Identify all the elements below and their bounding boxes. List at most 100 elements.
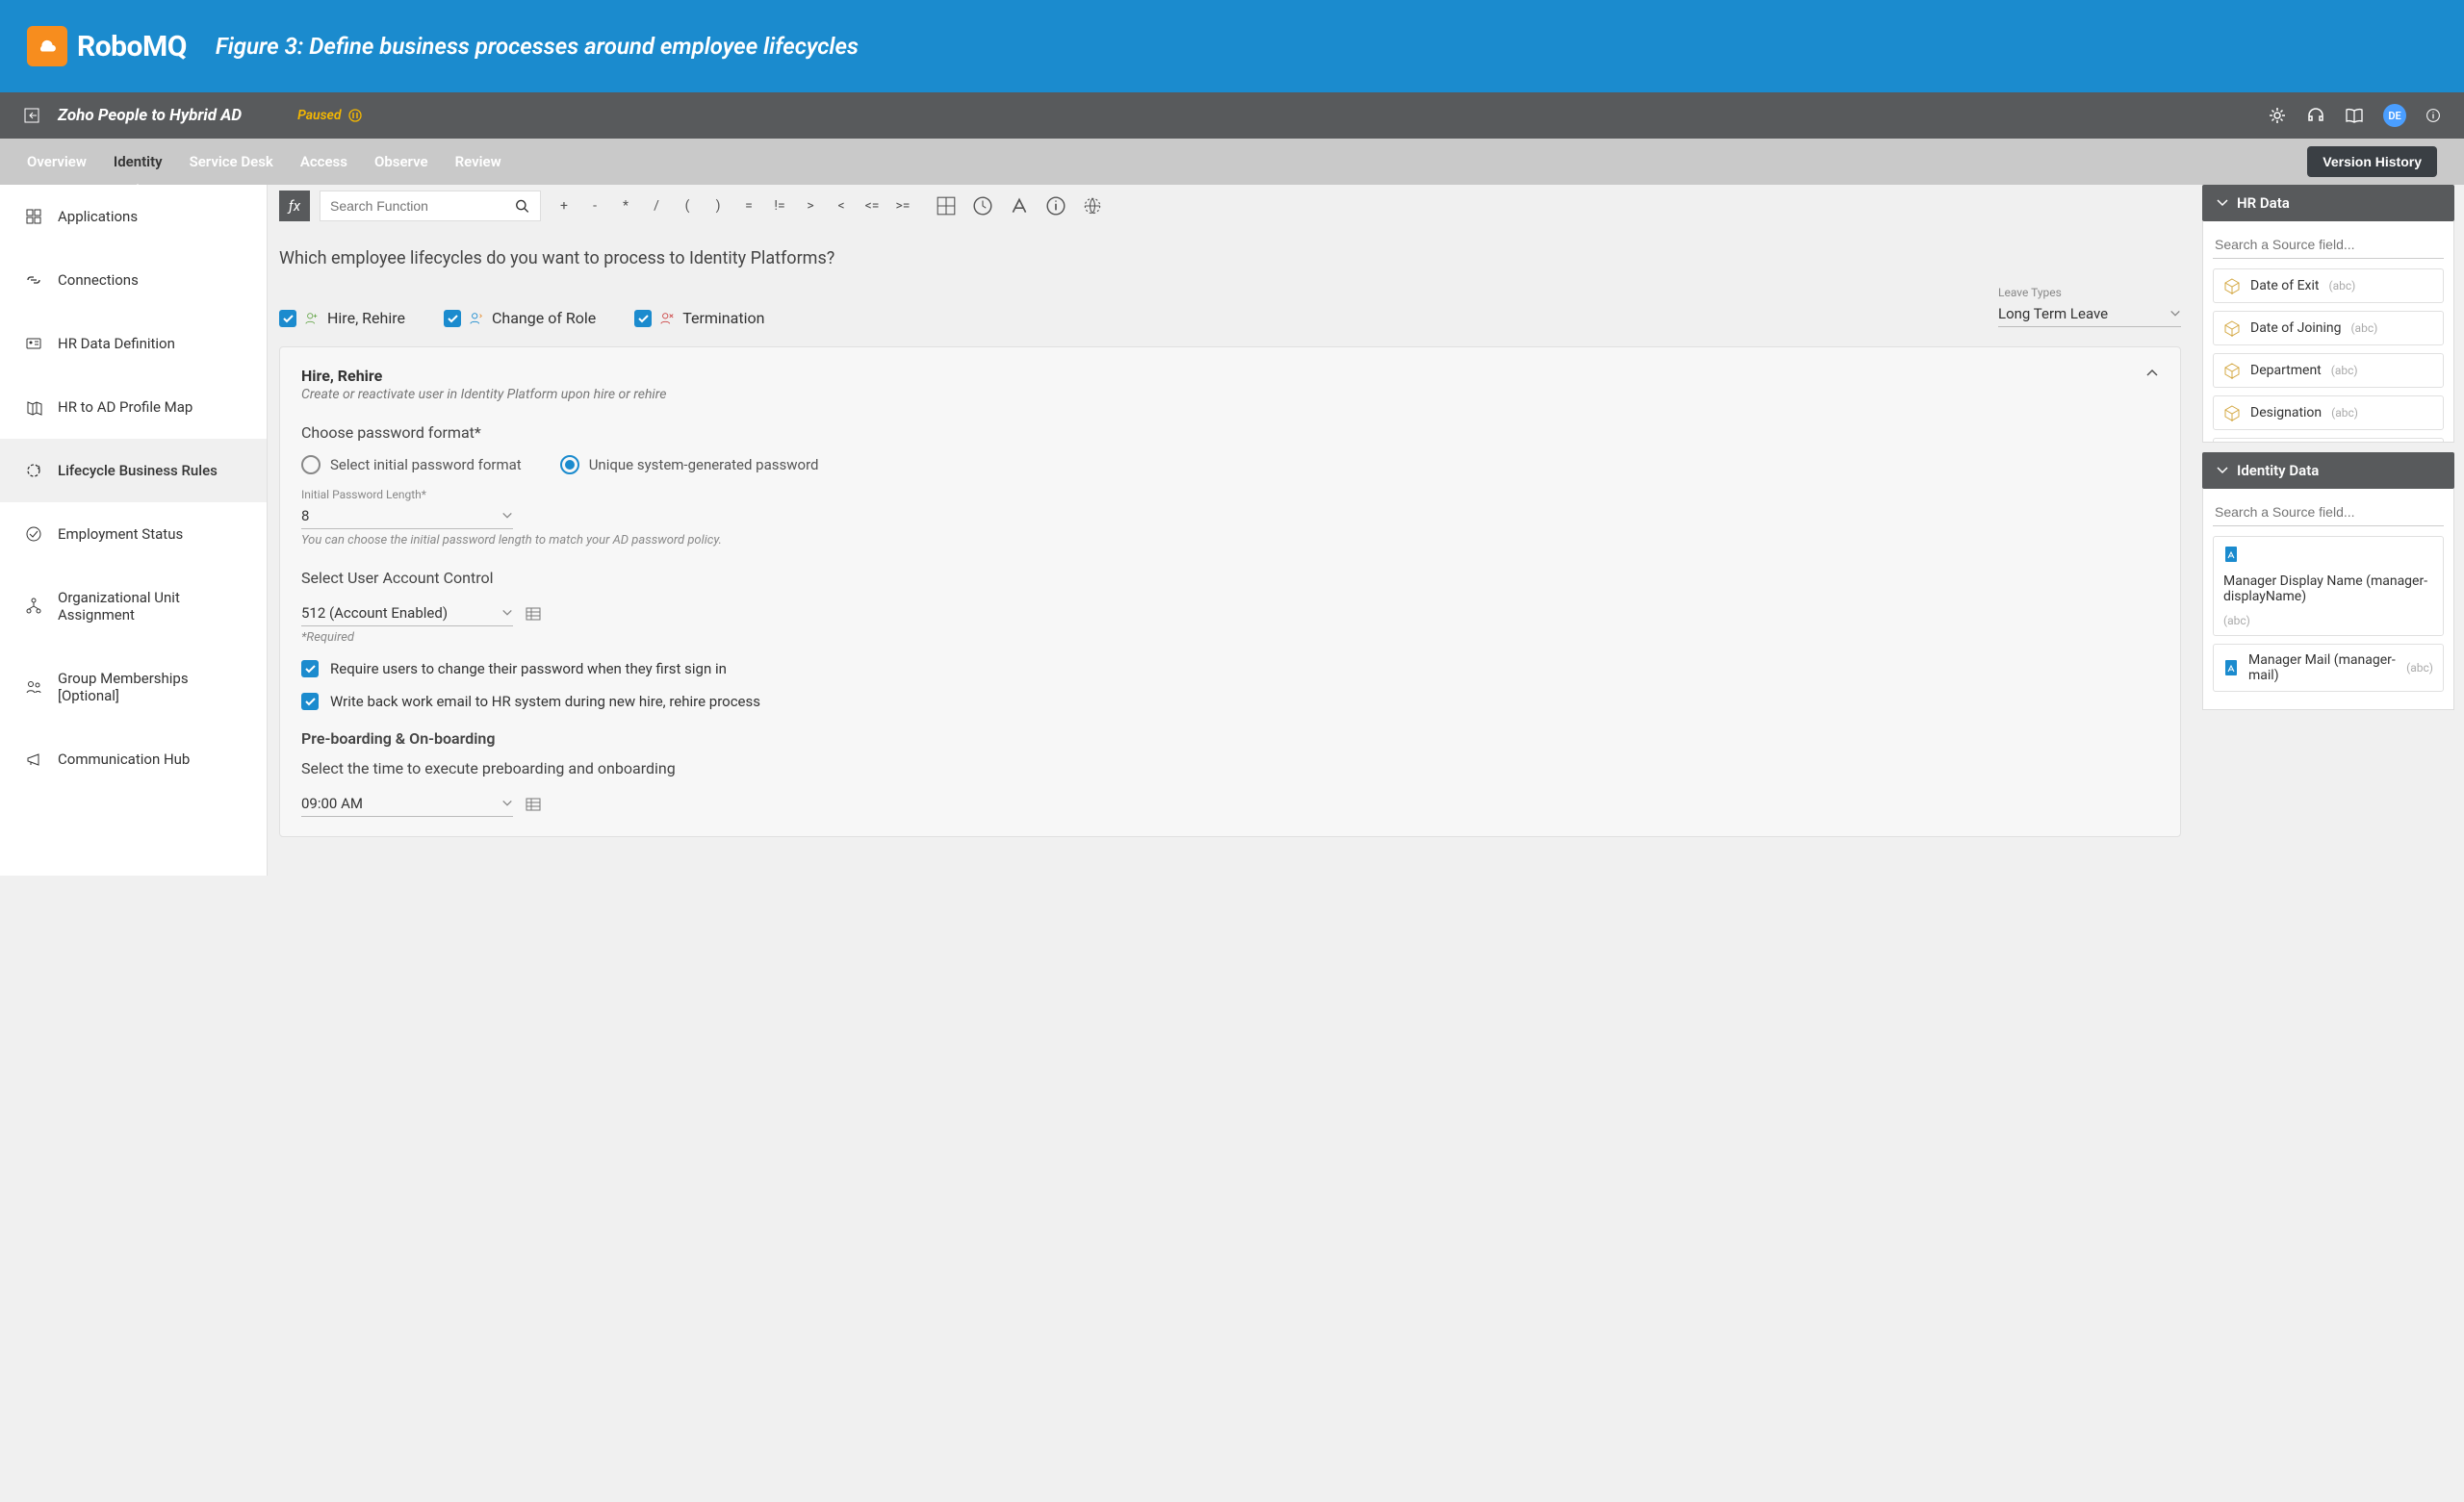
leave-types-select[interactable]: Leave Types Long Term Leave: [1998, 286, 2181, 327]
sidebar-item-hr-data-definition[interactable]: HR Data Definition: [0, 312, 267, 375]
uac-select[interactable]: 512 (Account Enabled): [301, 600, 513, 626]
field-item[interactable]: Designation(abc): [2213, 395, 2444, 430]
sidebar-item-lifecycle-business-rules[interactable]: Lifecycle Business Rules: [0, 439, 267, 502]
lifecycle-role[interactable]: Change of Role: [444, 309, 596, 327]
radio-select-initial-format[interactable]: Select initial password format: [301, 455, 522, 474]
sidebar-item-label: Lifecycle Business Rules: [58, 462, 218, 479]
sidebar-item-label: Employment Status: [58, 525, 183, 543]
sidebar-item-connections[interactable]: Connections: [0, 248, 267, 312]
select-value: Long Term Leave: [1998, 305, 2108, 322]
field-type: (abc): [2406, 661, 2433, 675]
table-icon[interactable]: [525, 605, 542, 623]
checkbox-checked-icon[interactable]: [444, 310, 461, 327]
sidebar-item-label: Connections: [58, 271, 139, 289]
radio-selected-icon: [560, 455, 579, 474]
chevron-down-icon: [2216, 464, 2229, 477]
op-gt[interactable]: >: [797, 192, 824, 219]
cube-icon: [2223, 277, 2241, 294]
user-plus-icon: [304, 311, 320, 326]
card-title: Hire, Rehire: [301, 367, 666, 385]
collapse-icon[interactable]: [2145, 367, 2159, 380]
logo-text: RoboMQ: [77, 30, 187, 64]
calc-icon[interactable]: [936, 195, 957, 216]
op-div[interactable]: /: [643, 192, 670, 219]
preboarding-time-select[interactable]: 09:00 AM: [301, 791, 513, 817]
cube-icon: [2223, 362, 2241, 379]
field-item[interactable]: Employee ID(abc): [2213, 438, 2444, 443]
tab-identity[interactable]: Identity: [114, 140, 163, 184]
lifecycle-termination[interactable]: Termination: [634, 309, 764, 327]
field-item[interactable]: Manager Mail (manager-mail) (abc): [2213, 644, 2444, 692]
clock-icon[interactable]: [972, 195, 993, 216]
panel-header[interactable]: Identity Data: [2202, 452, 2454, 489]
op-lte[interactable]: <=: [859, 192, 886, 219]
password-length-select[interactable]: 8: [301, 503, 513, 529]
hint-text: You can choose the initial password leng…: [301, 533, 2159, 547]
search-icon[interactable]: [514, 197, 530, 215]
sidebar-item-label: Organizational Unit Assignment: [58, 589, 242, 624]
search-function[interactable]: [320, 191, 541, 221]
book-icon[interactable]: [2345, 106, 2364, 125]
checkbox-checked-icon: [301, 660, 319, 677]
writeback-email-checkbox[interactable]: Write back work email to HR system durin…: [301, 693, 2159, 710]
sidebar-item-applications[interactable]: Applications: [0, 185, 267, 248]
tabbar: Overview Identity Service Desk Access Ob…: [0, 139, 2464, 185]
op-mul[interactable]: *: [612, 192, 639, 219]
field-item[interactable]: Department(abc): [2213, 353, 2444, 388]
field-name: Manager Mail (manager-mail): [2248, 652, 2397, 683]
search-function-input[interactable]: [330, 198, 514, 214]
checkbox-checked-icon[interactable]: [279, 310, 296, 327]
version-history-button[interactable]: Version History: [2307, 146, 2437, 177]
op-eq[interactable]: =: [735, 192, 762, 219]
hr-data-panel: HR Data Date of Exit(abc) Date of Joinin…: [2202, 185, 2454, 443]
op-lt[interactable]: <: [828, 192, 855, 219]
op-neq[interactable]: !=: [766, 192, 793, 219]
op-minus[interactable]: -: [581, 192, 608, 219]
radio-unique-generated[interactable]: Unique system-generated password: [560, 455, 819, 474]
fx-label: ƒx: [279, 191, 310, 221]
op-plus[interactable]: +: [551, 192, 578, 219]
chevron-down-icon: [2216, 196, 2229, 210]
sidebar-item-communication-hub[interactable]: Communication Hub: [0, 727, 267, 791]
chevron-down-icon: [501, 607, 513, 619]
cube-icon: [2223, 319, 2241, 337]
sidebar-item-ou-assignment[interactable]: Organizational Unit Assignment: [0, 566, 267, 647]
info-tool-icon[interactable]: [1045, 195, 1066, 216]
password-format-label: Choose password format*: [301, 423, 2159, 442]
gear-icon[interactable]: [2268, 106, 2287, 125]
headset-icon[interactable]: [2306, 106, 2325, 125]
status-paused: Paused: [297, 108, 362, 123]
fx-bar: ƒx + - * / ( ) = != > < <= >=: [279, 185, 2181, 227]
table-icon[interactable]: [525, 796, 542, 813]
avatar[interactable]: DE: [2383, 104, 2406, 127]
globe-icon[interactable]: [1082, 195, 1103, 216]
op-lparen[interactable]: (: [674, 192, 701, 219]
tab-review[interactable]: Review: [455, 140, 501, 184]
user-swap-icon: [469, 311, 484, 326]
field-item[interactable]: Date of Joining(abc): [2213, 311, 2444, 345]
tab-service-desk[interactable]: Service Desk: [190, 140, 273, 184]
sidebar-item-group-memberships[interactable]: Group Memberships [Optional]: [0, 647, 267, 727]
sidebar-item-employment-status[interactable]: Employment Status: [0, 502, 267, 566]
checkbox-checked-icon[interactable]: [634, 310, 652, 327]
info-icon[interactable]: [2426, 108, 2441, 123]
op-rparen[interactable]: ): [705, 192, 732, 219]
require-password-change-checkbox[interactable]: Require users to change their password w…: [301, 660, 2159, 677]
checkbox-label: Require users to change their password w…: [330, 660, 727, 677]
tab-observe[interactable]: Observe: [374, 140, 428, 184]
text-icon[interactable]: [1009, 195, 1030, 216]
tab-overview[interactable]: Overview: [27, 140, 87, 184]
tab-access[interactable]: Access: [300, 140, 347, 184]
lifecycle-hire[interactable]: Hire, Rehire: [279, 309, 405, 327]
field-name: Department: [2250, 363, 2322, 378]
field-item[interactable]: Date of Exit(abc): [2213, 268, 2444, 303]
radio-unselected-icon: [301, 455, 321, 474]
field-item[interactable]: Manager Display Name (manager-displayNam…: [2213, 536, 2444, 636]
sidebar-item-hr-to-ad-profile-map[interactable]: HR to AD Profile Map: [0, 375, 267, 439]
field-name: Manager Display Name (manager-displayNam…: [2223, 573, 2433, 604]
identity-search-input[interactable]: [2213, 498, 2444, 526]
panel-header[interactable]: HR Data: [2202, 185, 2454, 221]
hr-search-input[interactable]: [2213, 231, 2444, 259]
op-gte[interactable]: >=: [889, 192, 916, 219]
back-icon[interactable]: [23, 107, 40, 124]
